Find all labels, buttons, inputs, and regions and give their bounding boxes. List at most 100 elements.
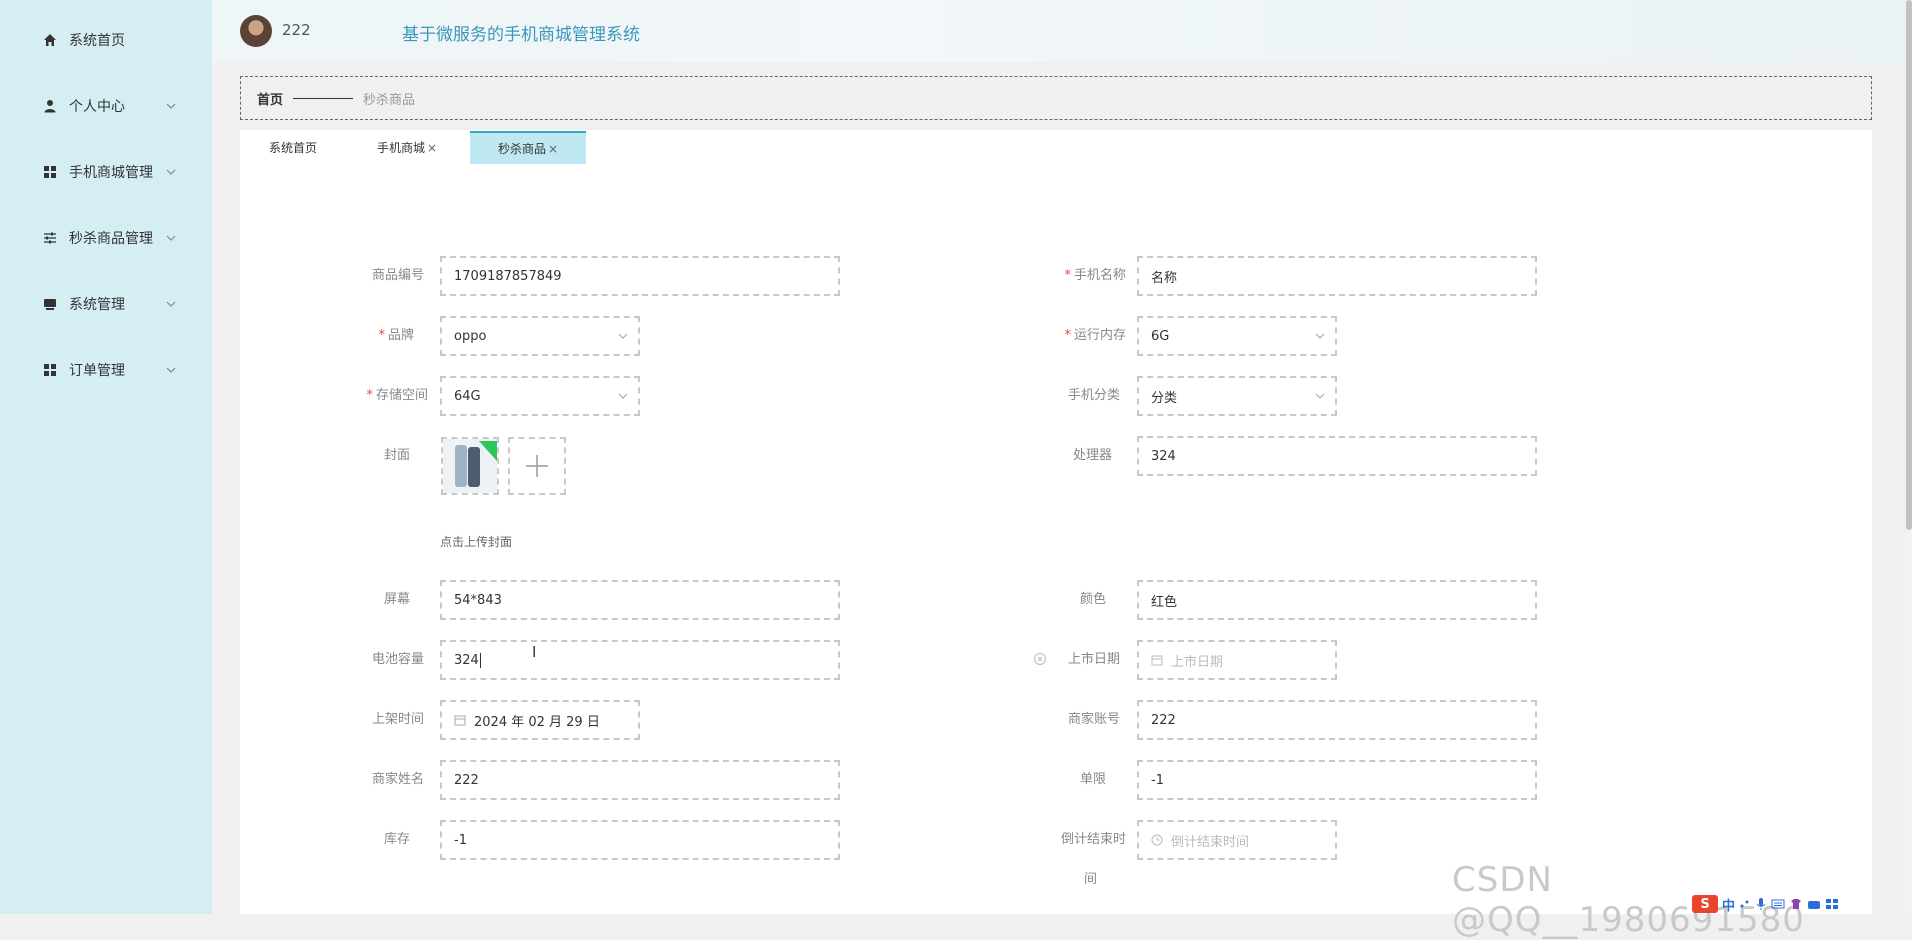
field-value: 分类 bbox=[1151, 390, 1178, 406]
plus-icon bbox=[526, 455, 548, 477]
field-value: oppo bbox=[454, 328, 487, 344]
chevron-down-icon bbox=[166, 301, 176, 307]
chevron-down-icon bbox=[166, 169, 176, 175]
field-label: 商家账号 bbox=[1067, 712, 1120, 727]
close-icon[interactable]: × bbox=[427, 141, 437, 155]
sidebar-item-personal[interactable]: 个人中心 bbox=[0, 86, 212, 126]
calendar-icon bbox=[454, 715, 466, 726]
close-icon[interactable]: × bbox=[548, 142, 558, 156]
sidebar-item-label: 系统首页 bbox=[69, 33, 125, 49]
breadcrumb-separator bbox=[293, 97, 354, 99]
breadcrumb: 首页 秒杀商品 bbox=[240, 76, 1872, 120]
breadcrumb-home[interactable]: 首页 bbox=[257, 89, 283, 108]
chevron-down-icon bbox=[166, 367, 176, 373]
sidebar-item-label: 秒杀商品管理 bbox=[69, 231, 153, 247]
field-value: 1709187857849 bbox=[454, 268, 562, 284]
field-label: 屏幕 bbox=[383, 592, 410, 607]
monitor-icon bbox=[42, 296, 58, 312]
field-value: -1 bbox=[1151, 772, 1164, 788]
chevron-down-icon bbox=[166, 235, 176, 241]
text-caret bbox=[479, 652, 481, 668]
sidebar-item-home[interactable]: 系统首页 bbox=[0, 20, 212, 60]
processor-input[interactable]: 324 bbox=[1137, 436, 1537, 476]
punctuation-icon[interactable] bbox=[1739, 898, 1751, 910]
sidebar-item-system[interactable]: 系统管理 bbox=[0, 284, 212, 324]
field-label-wrap: 间 bbox=[1084, 872, 1098, 887]
battery-input[interactable]: 324 bbox=[440, 640, 840, 680]
chevron-down-icon bbox=[166, 103, 176, 109]
chevron-down-icon bbox=[618, 333, 628, 339]
cover-thumbnail[interactable] bbox=[441, 437, 499, 495]
upload-cover-button[interactable] bbox=[508, 437, 566, 495]
release-date-picker[interactable]: 上市日期 bbox=[1137, 640, 1337, 680]
avatar[interactable] bbox=[240, 15, 272, 47]
grid-icon bbox=[42, 362, 58, 378]
field-label: 封面 bbox=[383, 448, 410, 463]
keyboard-icon[interactable] bbox=[1771, 898, 1785, 910]
microphone-icon[interactable] bbox=[1755, 897, 1767, 911]
field-label: 倒计结束时 bbox=[1060, 832, 1126, 847]
merchant-name-input[interactable]: 222 bbox=[440, 760, 840, 800]
ime-logo-icon[interactable]: S bbox=[1692, 895, 1718, 913]
field-value: 54*843 bbox=[454, 592, 502, 608]
field-label: * 手机名称 bbox=[1064, 268, 1126, 283]
brand-select[interactable]: oppo bbox=[440, 316, 640, 356]
sidebar-item-seckill[interactable]: 秒杀商品管理 bbox=[0, 218, 212, 258]
field-value: 红色 bbox=[1151, 594, 1178, 610]
tab-label: 系统首页 bbox=[268, 141, 317, 155]
field-label: 商品编号 bbox=[371, 268, 424, 283]
category-select[interactable]: 分类 bbox=[1137, 376, 1337, 416]
listing-time-picker[interactable]: 2024 年 02 月 29 日 bbox=[440, 700, 640, 740]
breadcrumb-current: 秒杀商品 bbox=[363, 92, 416, 108]
sidebar-item-mall[interactable]: 手机商城管理 bbox=[0, 152, 212, 192]
field-label: 上市日期 bbox=[1067, 652, 1120, 667]
phone-image-icon bbox=[443, 439, 497, 493]
scrollbar-thumb[interactable] bbox=[1906, 0, 1912, 530]
tab-label: 秒杀商品 bbox=[497, 142, 546, 156]
ram-select[interactable]: 6G bbox=[1137, 316, 1337, 356]
field-label: * 品牌 bbox=[378, 328, 414, 343]
field-label: 商家姓名 bbox=[371, 772, 424, 787]
chevron-down-icon bbox=[1315, 333, 1325, 339]
color-input[interactable]: 红色 bbox=[1137, 580, 1537, 620]
skin-icon[interactable] bbox=[1789, 897, 1803, 911]
field-value: -1 bbox=[454, 832, 467, 848]
field-label: 库存 bbox=[383, 832, 410, 847]
product-no-input[interactable]: 1709187857849 bbox=[440, 256, 840, 296]
user-icon bbox=[42, 98, 58, 114]
field-label: * 运行内存 bbox=[1064, 328, 1126, 343]
sidebar-item-orders[interactable]: 订单管理 bbox=[0, 350, 212, 390]
tab-seckill[interactable]: 秒杀商品 × bbox=[470, 131, 586, 164]
system-tray: S 中 bbox=[1692, 894, 1906, 914]
sidebar-item-label: 订单管理 bbox=[69, 363, 125, 379]
limit-input[interactable]: -1 bbox=[1137, 760, 1537, 800]
field-label: 颜色 bbox=[1079, 592, 1106, 607]
grid-icon[interactable] bbox=[1825, 898, 1839, 910]
clock-icon bbox=[1151, 834, 1163, 846]
merchant-account-input[interactable]: 222 bbox=[1137, 700, 1537, 740]
toolbox-icon[interactable] bbox=[1807, 898, 1821, 910]
tab-home[interactable]: 系统首页 bbox=[258, 131, 328, 164]
sliders-icon bbox=[42, 230, 58, 246]
sidebar-item-label: 个人中心 bbox=[69, 99, 125, 115]
calendar-icon bbox=[1151, 655, 1163, 666]
tab-label: 手机商城 bbox=[376, 141, 425, 155]
field-label: 电池容量 bbox=[371, 652, 424, 667]
phone-name-input[interactable]: 名称 bbox=[1137, 256, 1537, 296]
field-value: 6G bbox=[1151, 328, 1170, 344]
ime-language[interactable]: 中 bbox=[1722, 895, 1735, 914]
field-label: 手机分类 bbox=[1067, 388, 1120, 403]
chevron-down-icon bbox=[1315, 393, 1325, 399]
sidebar: 系统首页 个人中心 手机商城管理 秒杀商品管理 系统管理 订单管理 bbox=[0, 0, 212, 914]
tab-mall[interactable]: 手机商城 × bbox=[372, 131, 442, 164]
screen-input[interactable]: 54*843 bbox=[440, 580, 840, 620]
field-value: 名称 bbox=[1151, 270, 1178, 286]
field-value: 222 bbox=[454, 772, 479, 788]
field-label: 单限 bbox=[1079, 772, 1106, 787]
countdown-end-picker[interactable]: 倒计结束时间 bbox=[1137, 820, 1337, 860]
stock-input[interactable]: -1 bbox=[440, 820, 840, 860]
username: 222 bbox=[282, 21, 311, 39]
storage-select[interactable]: 64G bbox=[440, 376, 640, 416]
field-placeholder: 倒计结束时间 bbox=[1171, 834, 1250, 850]
field-value: 64G bbox=[454, 388, 481, 404]
